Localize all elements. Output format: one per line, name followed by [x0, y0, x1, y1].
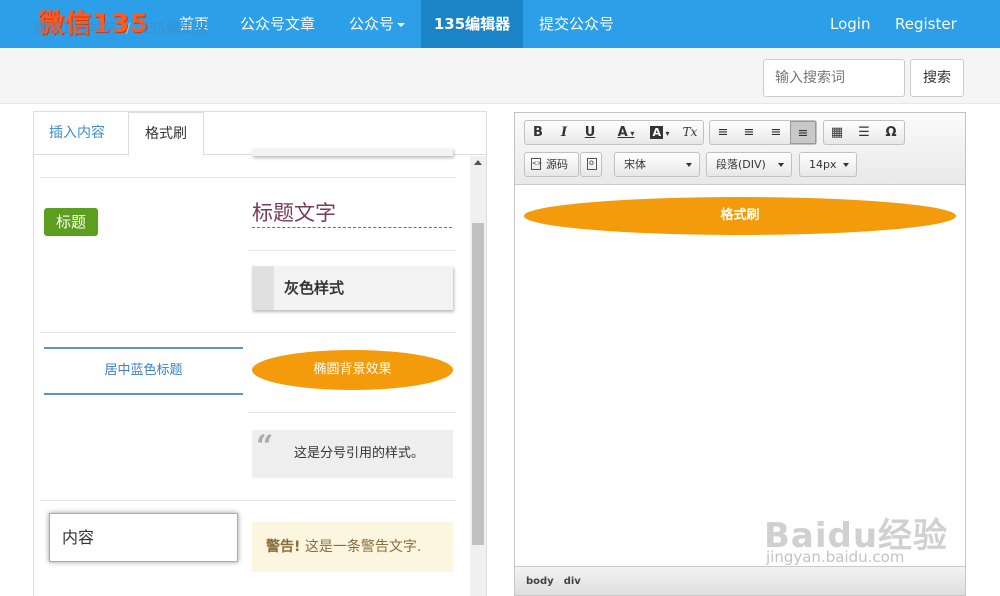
bold-button[interactable]: B	[525, 121, 551, 144]
paragraph-group: ≡ ≡ ≡ ≡	[709, 120, 817, 145]
tab-format-painter[interactable]: 格式刷	[128, 112, 204, 156]
style-ellipse-bg[interactable]: 椭圆背景效果	[252, 350, 453, 390]
font-size-value: 14px	[809, 158, 837, 171]
horizontal-rule-icon[interactable]: ☰	[851, 121, 877, 144]
nav-accounts-label: 公众号	[349, 15, 395, 33]
style-card-partial[interactable]	[252, 148, 453, 156]
chevron-down-icon	[686, 163, 692, 167]
divider	[40, 332, 456, 333]
source-button[interactable]: 源码	[524, 152, 579, 177]
login-link[interactable]: Login	[814, 0, 886, 48]
search-button[interactable]: 搜索	[910, 59, 964, 97]
panel-scrollbar[interactable]	[470, 156, 486, 596]
chevron-down-icon	[778, 163, 784, 167]
style-blue-center-title[interactable]: 居中蓝色标题	[44, 347, 243, 395]
font-color-icon: A	[617, 125, 628, 140]
status-path-div[interactable]: div	[564, 576, 581, 587]
ordered-list-icon[interactable]: ≡	[710, 121, 736, 144]
preview-button[interactable]	[580, 152, 602, 177]
style-badge-title[interactable]: 标题	[44, 208, 98, 236]
nav-editor[interactable]: 135编辑器	[421, 0, 523, 48]
chevron-down-icon	[397, 22, 406, 27]
table-icon[interactable]: ▦	[824, 121, 850, 144]
special-char-icon[interactable]: Ω	[878, 121, 904, 144]
nav-accounts-dropdown[interactable]: 公众号	[333, 0, 421, 48]
paragraph-select[interactable]: 段落(DIV)	[706, 152, 792, 177]
editor-ellipse-block[interactable]: 格式刷	[524, 197, 956, 235]
scroll-thumb[interactable]	[472, 223, 484, 545]
bg-color-icon: A	[650, 126, 663, 139]
quote-icon: “	[256, 429, 274, 464]
tab-insert-content[interactable]: 插入内容	[34, 112, 120, 155]
nav-submit-account[interactable]: 提交公众号	[523, 0, 630, 48]
divider	[248, 412, 456, 413]
editor-toolbar: B I U A ▾ A ▾ Tx ≡ ≡ ≡ ≡ ▦ ☰ Ω 源码 宋体 段落(…	[515, 113, 965, 185]
breadcrumb-item-nav[interactable]: 微信135导航	[34, 21, 117, 37]
source-label: 源码	[546, 158, 568, 171]
clear-format-button[interactable]: Tx	[677, 121, 703, 144]
font-family-select[interactable]: 宋体	[614, 152, 700, 177]
bg-color-button[interactable]: A ▾	[645, 121, 675, 144]
quote-text: 这是分号引用的样式。	[294, 446, 425, 461]
style-panel: 插入内容 格式刷 标题 标题文字 灰色样式 居中蓝色标题 椭圆背景效果 “ 这是…	[33, 111, 487, 596]
unordered-list-icon[interactable]: ≡	[736, 121, 762, 144]
divider	[40, 177, 456, 178]
text-format-group: B I U A ▾ A ▾ Tx	[524, 120, 704, 145]
preview-icon	[587, 158, 597, 170]
search-input[interactable]	[763, 59, 905, 97]
baidu-watermark: Baidu经验 jingyan.baidu.com	[764, 490, 964, 580]
font-size-select[interactable]: 14px	[799, 152, 857, 177]
nav-articles[interactable]: 公众号文章	[224, 0, 331, 48]
register-link[interactable]: Register	[879, 0, 973, 48]
underline-button[interactable]: U	[577, 121, 603, 144]
style-quote[interactable]: “ 这是分号引用的样式。	[252, 430, 453, 478]
divider	[248, 250, 456, 251]
paragraph-value: 段落(DIV)	[716, 158, 766, 171]
style-warning[interactable]: 警告! 这是一条警告文字.	[252, 522, 453, 572]
style-content-box[interactable]: 内容	[49, 513, 238, 562]
status-path-body[interactable]: body	[526, 576, 554, 587]
style-title-text[interactable]: 标题文字	[252, 200, 452, 228]
align-center-icon[interactable]: ≡	[790, 121, 816, 144]
align-left-icon[interactable]: ≡	[763, 121, 789, 144]
style-gray[interactable]: 灰色样式	[252, 266, 453, 310]
warning-text: 这是一条警告文字.	[300, 539, 422, 555]
source-code-icon	[531, 158, 542, 170]
breadcrumb-item-editor[interactable]: 135编辑器	[139, 21, 208, 37]
chevron-down-icon	[843, 163, 849, 167]
italic-button[interactable]: I	[551, 121, 577, 144]
font-color-button[interactable]: A ▾	[609, 121, 643, 144]
breadcrumb-separator: /	[125, 21, 131, 37]
font-family-value: 宋体	[624, 158, 646, 171]
watermark-url: jingyan.baidu.com	[766, 548, 905, 566]
breadcrumb: 微信135导航 / 135编辑器	[34, 18, 208, 38]
divider	[40, 500, 456, 501]
scroll-up-arrow-icon[interactable]	[474, 160, 482, 165]
insert-group: ▦ ☰ Ω	[823, 120, 905, 145]
warning-label: 警告!	[266, 539, 301, 555]
